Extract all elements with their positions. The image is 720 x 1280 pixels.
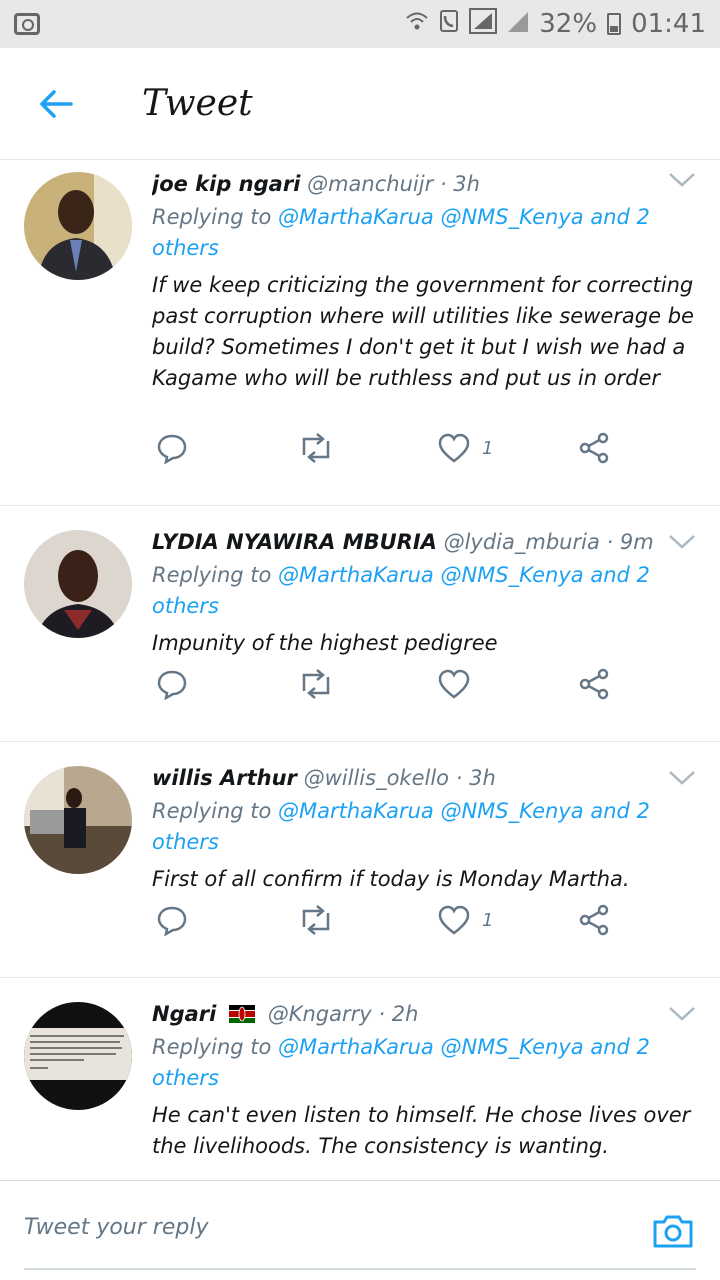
retweet-button[interactable] (298, 433, 334, 463)
retweet-icon (302, 669, 330, 699)
timestamp: 2h (391, 1002, 419, 1026)
author-handle[interactable]: @manchuijr (307, 172, 433, 196)
like-button[interactable]: 1 (438, 905, 493, 935)
tweet-text: Impunity of the highest pedigree (152, 631, 498, 655)
chevron-down-icon[interactable] (668, 1006, 696, 1022)
replying-mentions[interactable]: @MarthaKarua @NMS_Kenya and 2 (278, 205, 650, 229)
author-name[interactable]: joe kip ngari (152, 172, 300, 196)
share-icon (579, 904, 609, 936)
battery-percent: 32% (539, 9, 598, 39)
retweet-icon (302, 433, 330, 463)
replying-prefix: Replying to (152, 205, 272, 229)
like-count: 1 (482, 909, 494, 931)
replying-mentions[interactable]: @MarthaKarua @NMS_Kenya and 2 (278, 563, 650, 587)
reply-icon (157, 670, 187, 700)
clock: 01:41 (631, 9, 706, 39)
chevron-down-icon[interactable] (668, 770, 696, 786)
chevron-down-icon[interactable] (668, 534, 696, 550)
retweet-icon (302, 905, 330, 935)
page-title: Tweet (142, 83, 253, 124)
replying-others[interactable]: others (152, 594, 219, 618)
heart-icon (438, 433, 470, 463)
replying-prefix: Replying to (152, 799, 272, 823)
chevron-down-icon[interactable] (668, 172, 696, 188)
share-button[interactable] (578, 668, 610, 700)
battery-icon (607, 13, 622, 35)
tweet-header: LYDIA NYAWIRA MBURIA @lydia_mburia · 9m (152, 526, 700, 558)
tweet-header: joe kip ngari @manchuijr · 3h (152, 168, 700, 200)
tweet[interactable]: willis Arthur @willis_okello · 3h Replyi… (0, 742, 720, 978)
avatar[interactable] (24, 172, 132, 280)
camera-icon (653, 1215, 693, 1248)
separator: · (606, 530, 614, 554)
tweet-text: If we keep criticizing the government fo… (152, 273, 694, 390)
avatar[interactable] (24, 766, 132, 874)
reply-icon (157, 434, 187, 464)
share-button[interactable] (578, 432, 610, 464)
author-handle[interactable]: @Kngarry (268, 1002, 372, 1026)
like-button[interactable]: 1 (438, 433, 493, 463)
replying-prefix: Replying to (152, 563, 272, 587)
replying-to: Replying to @MarthaKarua @NMS_Kenya and … (152, 560, 700, 622)
author-handle[interactable]: @lydia_mburia (444, 530, 600, 554)
reply-button[interactable] (156, 432, 188, 464)
replying-to: Replying to @MarthaKarua @NMS_Kenya and … (152, 796, 700, 858)
reply-composer (0, 1180, 720, 1280)
status-icons: 32% 01:41 (405, 7, 706, 41)
timestamp: 9m (619, 530, 654, 554)
replying-prefix: Replying to (152, 1035, 272, 1059)
tweet-text: He can't even listen to himself. He chos… (152, 1103, 691, 1158)
replying-mentions[interactable]: @MarthaKarua @NMS_Kenya and 2 (278, 799, 650, 823)
replying-mentions[interactable]: @MarthaKarua @NMS_Kenya and 2 (278, 1035, 650, 1059)
avatar[interactable] (24, 530, 132, 638)
tweet[interactable]: joe kip ngari @manchuijr · 3h Replying t… (0, 160, 720, 506)
reply-button[interactable] (156, 668, 188, 700)
like-button[interactable] (438, 669, 482, 699)
separator: · (455, 766, 463, 790)
author-name[interactable]: Ngari (152, 1002, 216, 1026)
replying-to: Replying to @MarthaKarua @NMS_Kenya and … (152, 1032, 700, 1094)
back-button[interactable] (0, 48, 112, 160)
heart-icon (438, 669, 470, 699)
separator: · (378, 1002, 386, 1026)
tweet-header: Ngari @Kngarry · 2h (152, 998, 700, 1030)
tweet[interactable]: Ngari @Kngarry · 2h Replying to @MarthaK… (0, 978, 720, 1180)
kenya-flag-icon (229, 1000, 256, 1023)
author-name[interactable]: LYDIA NYAWIRA MBURIA (152, 530, 437, 554)
retweet-button[interactable] (298, 905, 334, 935)
like-count: 1 (482, 437, 494, 459)
reply-button[interactable] (156, 904, 188, 936)
status-bar: 32% 01:41 (0, 0, 720, 48)
author-name[interactable]: willis Arthur (152, 766, 297, 790)
author-handle[interactable]: @willis_okello (304, 766, 449, 790)
reply-feed: joe kip ngari @manchuijr · 3h Replying t… (0, 160, 720, 1180)
replying-others[interactable]: others (152, 1066, 219, 1090)
heart-icon (438, 905, 470, 935)
tweet-header: willis Arthur @willis_okello · 3h (152, 762, 700, 794)
timestamp: 3h (453, 172, 480, 196)
replying-others[interactable]: others (152, 830, 219, 854)
call-icon (439, 9, 459, 40)
replying-others[interactable]: others (152, 236, 219, 260)
signal-icon (469, 7, 498, 41)
camera-notification-icon (14, 13, 40, 35)
retweet-button[interactable] (298, 669, 334, 699)
share-button[interactable] (578, 904, 610, 936)
app-bar: Tweet (0, 48, 720, 160)
avatar[interactable] (24, 1002, 132, 1110)
wifi-icon (405, 9, 429, 39)
reply-icon (157, 906, 187, 936)
arrow-left-icon (40, 89, 73, 118)
signal-2-icon (507, 9, 529, 40)
separator: · (439, 172, 447, 196)
reply-input[interactable] (24, 1199, 624, 1255)
replying-to: Replying to @MarthaKarua @NMS_Kenya and … (152, 202, 700, 264)
tweet[interactable]: LYDIA NYAWIRA MBURIA @lydia_mburia · 9m … (0, 506, 720, 742)
share-icon (579, 432, 609, 464)
composer-underline (24, 1268, 696, 1270)
add-photo-button[interactable] (652, 1213, 694, 1249)
tweet-text: First of all confirm if today is Monday … (152, 867, 630, 891)
timestamp: 3h (469, 766, 496, 790)
share-icon (579, 668, 609, 700)
